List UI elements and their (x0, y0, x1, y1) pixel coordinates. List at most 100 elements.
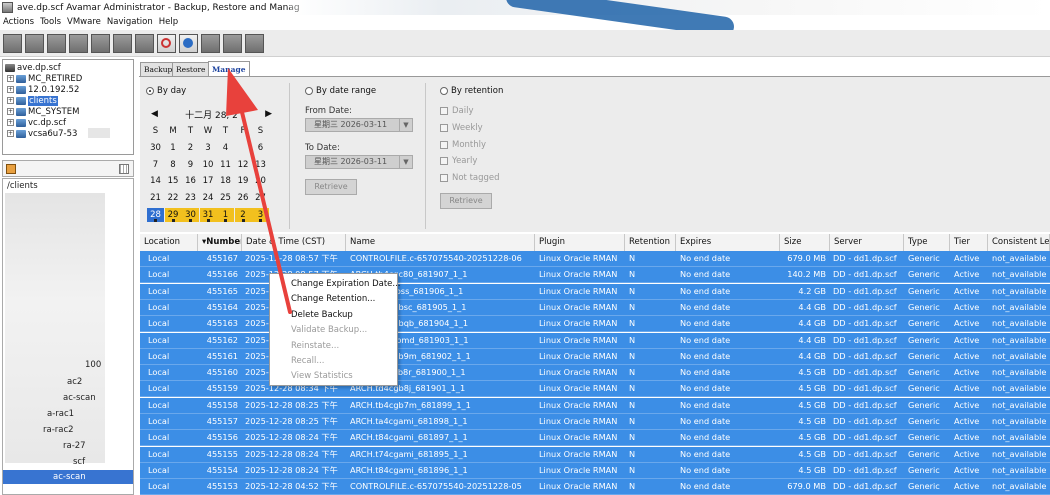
filter-icon[interactable] (6, 164, 16, 174)
table-row[interactable]: Local 455154 2025-12-28 08:24 下午 ARCH.t84cg… (140, 462, 1050, 479)
calendar-day[interactable]: 3 (252, 208, 269, 222)
list-item[interactable]: ac2 (67, 377, 82, 387)
menu-tools[interactable]: Tools (37, 17, 64, 27)
calendar-day[interactable]: 28 (147, 208, 164, 222)
calendar-day[interactable]: 30 (147, 141, 164, 155)
menu-navigation[interactable]: Navigation (104, 17, 156, 27)
calendar-day[interactable]: 16 (182, 174, 199, 188)
calendar-day[interactable]: 27 (252, 191, 269, 205)
tree-root[interactable]: ave.dp.scf (5, 62, 61, 73)
context-menu-item[interactable]: Delete Backup (291, 310, 353, 320)
calendar-day[interactable]: 11 (217, 158, 234, 172)
weekly-checkbox[interactable]: Weekly (440, 123, 483, 133)
toolbar-button-icon[interactable] (91, 33, 110, 53)
by-retention-radio[interactable]: By retention (440, 86, 503, 96)
column-header[interactable]: Retention (625, 234, 676, 251)
tree-item-vc[interactable]: + vc.dp.scf (7, 117, 66, 128)
from-date-field[interactable]: 星期三 2026-03-11 ▼ (305, 118, 413, 132)
not-tagged-checkbox[interactable]: Not tagged (440, 173, 500, 183)
column-header[interactable]: Date & Time (CST) (242, 234, 346, 251)
column-header[interactable]: Tier (950, 234, 988, 251)
calendar-day[interactable]: 10 (200, 158, 217, 172)
calendar-day[interactable]: 9 (182, 158, 199, 172)
column-header[interactable]: Expires (676, 234, 780, 251)
calendar-day[interactable]: 18 (217, 174, 234, 188)
toolbar-button-icon[interactable] (69, 33, 88, 53)
table-row[interactable]: Local 455155 2025-12-28 08:24 下午 ARCH.t74cg… (140, 446, 1050, 463)
toolbar-button-icon[interactable] (135, 33, 154, 53)
table-row[interactable]: Local 455153 2025-12-28 04:52 下午 CONTROLFIL… (140, 479, 1050, 495)
table-row[interactable]: Local 455158 2025-12-28 08:25 下午 ARCH.tb4cg… (140, 397, 1050, 414)
toolbar-button-icon[interactable] (201, 33, 220, 53)
calendar-day[interactable]: 6 (252, 141, 269, 155)
toolbar-button-icon[interactable] (25, 33, 44, 53)
monthly-checkbox[interactable]: Monthly (440, 140, 486, 150)
calendar-day[interactable]: 20 (252, 174, 269, 188)
calendar-day[interactable]: 29 (164, 208, 182, 222)
tab-manage[interactable]: Manage (208, 61, 250, 76)
toolbar-button-icon[interactable] (3, 33, 22, 53)
list-item[interactable]: scf (73, 457, 85, 467)
calendar-day[interactable]: 2 (234, 208, 252, 222)
column-header[interactable]: Plugin (535, 234, 625, 251)
context-menu-item[interactable]: Change Retention... (291, 294, 375, 304)
toolbar-button-icon[interactable] (245, 33, 264, 53)
context-menu-item[interactable]: Change Expiration Date... (291, 279, 401, 289)
calendar-day[interactable]: 8 (165, 158, 182, 172)
column-header[interactable]: Type (904, 234, 950, 251)
calendar-day[interactable]: 17 (200, 174, 217, 188)
table-row[interactable]: Local 455157 2025-12-28 08:25 下午 ARCH.ta4cg… (140, 414, 1050, 430)
expand-icon[interactable]: + (7, 130, 14, 137)
clock-icon[interactable] (157, 33, 176, 53)
tree-item-ip[interactable]: + 12.0.192.52 (7, 84, 79, 95)
by-day-radio[interactable]: By day (146, 86, 186, 96)
list-item[interactable]: ac-scan (63, 393, 96, 403)
tree-item-mc-system[interactable]: + MC_SYSTEM (7, 106, 79, 117)
retrieve-button[interactable]: Retrieve (305, 179, 357, 195)
calendar-day[interactable]: 21 (147, 191, 164, 205)
calendar-day[interactable]: 26 (235, 191, 252, 205)
prev-month-icon[interactable]: ◀ (146, 109, 158, 119)
tree-item-clients[interactable]: + clients (7, 95, 58, 106)
toolbar-button-icon[interactable] (47, 33, 66, 53)
menu-actions[interactable]: Actions (0, 17, 37, 27)
toolbar-button-icon[interactable] (113, 33, 132, 53)
by-date-range-radio[interactable]: By date range (305, 86, 376, 96)
tab-backup[interactable]: Backup (140, 62, 177, 76)
table-row[interactable]: Local 455167 2025-12-28 08:57 下午 CONTROLFIL… (140, 251, 1050, 267)
expand-icon[interactable]: + (7, 75, 14, 82)
menu-vmware[interactable]: VMware (64, 17, 104, 27)
tab-restore[interactable]: Restore (172, 62, 210, 76)
calendar-day[interactable]: 12 (235, 158, 252, 172)
calendar-day[interactable]: 24 (200, 191, 217, 205)
calendar-day[interactable]: 4 (217, 141, 234, 155)
toolbar-button-icon[interactable] (223, 33, 242, 53)
expand-icon[interactable]: + (7, 108, 14, 115)
yearly-checkbox[interactable]: Yearly (440, 156, 477, 166)
calendar-day[interactable]: 31 (199, 208, 217, 222)
expand-icon[interactable]: + (7, 119, 14, 126)
table-row[interactable]: Local 455156 2025-12-28 08:24 下午 ARCH.t84cg… (140, 430, 1050, 447)
tree-item-vcsa[interactable]: + vcsa6u7-53 (7, 128, 77, 139)
column-header[interactable]: Size (780, 234, 830, 251)
column-header[interactable]: Server (830, 234, 904, 251)
calendar-day[interactable]: 22 (165, 191, 182, 205)
calendar-day[interactable]: 2 (182, 141, 199, 155)
expand-icon[interactable]: + (7, 86, 14, 93)
list-item[interactable]: ra-rac2 (43, 425, 74, 435)
list-item[interactable]: a-rac1 (47, 409, 74, 419)
chevron-down-icon[interactable]: ▼ (399, 156, 412, 168)
columns-icon[interactable] (119, 164, 129, 174)
calendar-day[interactable]: 1 (165, 141, 182, 155)
calendar-day[interactable]: 19 (235, 174, 252, 188)
daily-checkbox[interactable]: Daily (440, 106, 474, 116)
list-item[interactable]: ra-27 (63, 441, 86, 451)
calendar-day[interactable]: 1 (217, 208, 234, 222)
calendar-day[interactable] (235, 141, 252, 155)
calendar-day[interactable]: 25 (217, 191, 234, 205)
column-header[interactable]: Name (346, 234, 535, 251)
list-item[interactable]: 100 (85, 360, 101, 370)
column-header[interactable]: Location (140, 234, 198, 251)
calendar-day[interactable]: 14 (147, 174, 164, 188)
calendar-day[interactable]: 7 (147, 158, 164, 172)
